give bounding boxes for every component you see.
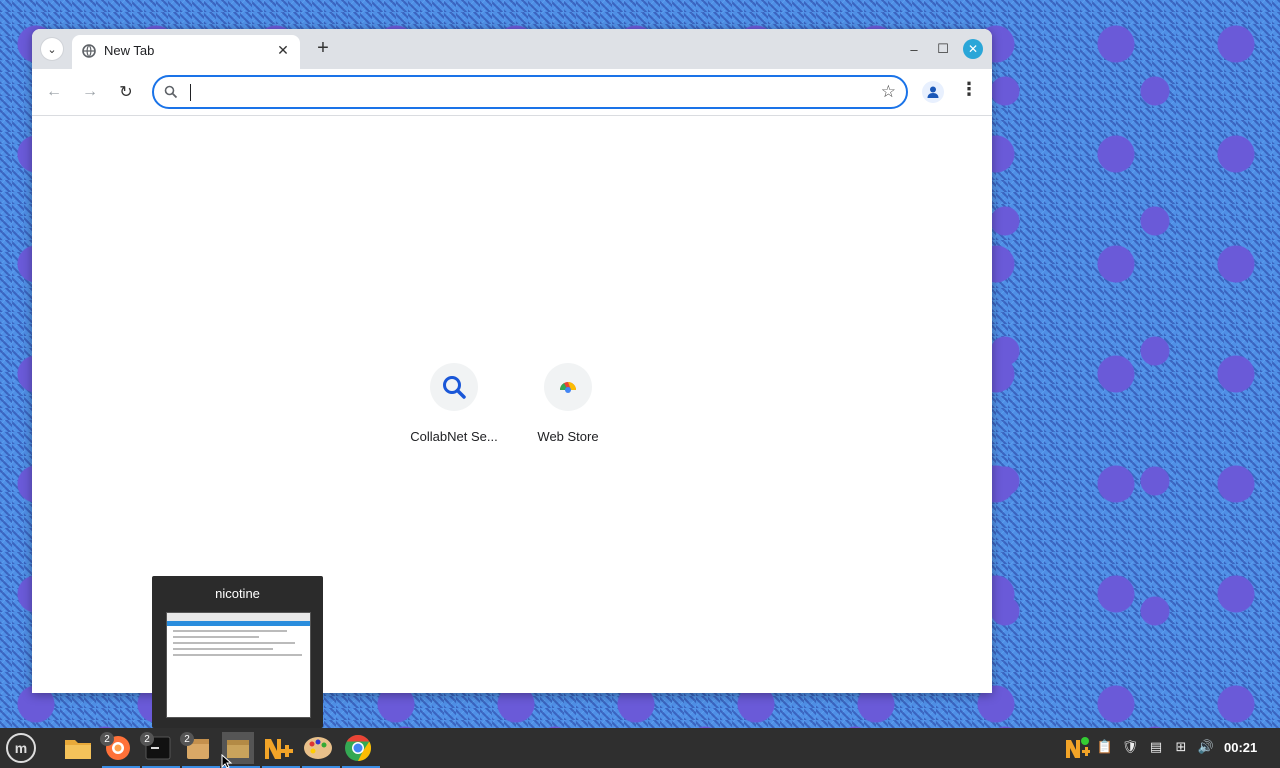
browser-menu-button[interactable]: ⋮: [960, 79, 978, 100]
preview-thumbnail[interactable]: [166, 612, 311, 718]
close-window-button[interactable]: ✕: [963, 39, 983, 59]
reload-button[interactable]: ↻: [115, 81, 137, 103]
shortcut-web-store[interactable]: Web Store: [518, 363, 618, 444]
shortcut-label: Web Store: [537, 429, 599, 444]
minimize-button[interactable]: –: [904, 39, 924, 59]
address-bar[interactable]: ☆: [152, 75, 908, 109]
browser-toolbar: ← → ↻ ☆ ⋮: [32, 69, 992, 116]
shortcut-label: CollabNet Se...: [410, 429, 498, 444]
taskbar-firefox[interactable]: 2: [100, 732, 140, 768]
bookmark-star-icon[interactable]: ☆: [881, 82, 896, 102]
text-caret: [190, 84, 191, 101]
shield-icon[interactable]: 🛡: [1121, 738, 1139, 756]
mint-logo-icon: m: [14, 740, 28, 756]
palette-icon: [304, 737, 332, 759]
chrome-icon: [345, 734, 372, 762]
tab-search-button[interactable]: ⌄: [41, 38, 63, 60]
volume-icon[interactable]: 🔊: [1197, 738, 1215, 756]
taskbar: m 2 2 2 📋 🛡 ▤ ⊞ 🔊 00:21: [0, 728, 1280, 768]
nicotine-icon: [265, 739, 293, 759]
tab-new-tab[interactable]: New Tab ✕: [72, 35, 300, 69]
taskbar-archive[interactable]: 2: [180, 732, 220, 768]
notes-icon[interactable]: ▤: [1147, 738, 1165, 756]
taskbar-chrome[interactable]: [342, 732, 380, 768]
start-menu-button[interactable]: m: [6, 733, 36, 763]
address-input[interactable]: [188, 81, 832, 105]
clock[interactable]: 00:21: [1224, 740, 1257, 755]
window-preview-popup[interactable]: nicotine: [152, 576, 323, 728]
tab-bar: ⌄ New Tab ✕ + – ☐ ✕: [32, 29, 992, 69]
forward-button[interactable]: →: [79, 81, 101, 103]
new-tab-button[interactable]: +: [312, 38, 334, 60]
tray-nicotine-icon[interactable]: [1064, 735, 1090, 761]
back-button[interactable]: ←: [43, 81, 65, 103]
taskbar-terminal[interactable]: 2: [140, 732, 180, 768]
person-icon: [927, 86, 939, 98]
globe-icon: [82, 44, 96, 58]
mouse-cursor-icon: [221, 754, 233, 768]
network-icon[interactable]: ⊞: [1172, 738, 1190, 756]
shortcut-icon-bg: [430, 363, 478, 411]
window-count-badge: 2: [140, 732, 154, 746]
clipboard-icon[interactable]: 📋: [1096, 738, 1114, 756]
folder-icon: [65, 740, 91, 759]
window-count-badge: 2: [180, 732, 194, 746]
maximize-button[interactable]: ☐: [933, 39, 953, 59]
preview-title: nicotine: [215, 586, 260, 601]
taskbar-paint[interactable]: [302, 732, 340, 768]
window-count-badge: 2: [100, 732, 114, 746]
taskbar-nicotine[interactable]: [262, 732, 300, 768]
search-icon: [443, 376, 466, 399]
profile-button[interactable]: [922, 81, 944, 103]
search-icon: [164, 85, 178, 99]
webstore-icon: [560, 382, 576, 393]
tab-close-icon[interactable]: ✕: [274, 41, 292, 59]
shortcut-collabnet[interactable]: CollabNet Se...: [404, 363, 504, 444]
chevron-down-icon: ⌄: [47, 43, 57, 56]
tab-title: New Tab: [104, 43, 155, 58]
shortcut-icon-bg: [544, 363, 592, 411]
taskbar-files[interactable]: [62, 732, 94, 764]
